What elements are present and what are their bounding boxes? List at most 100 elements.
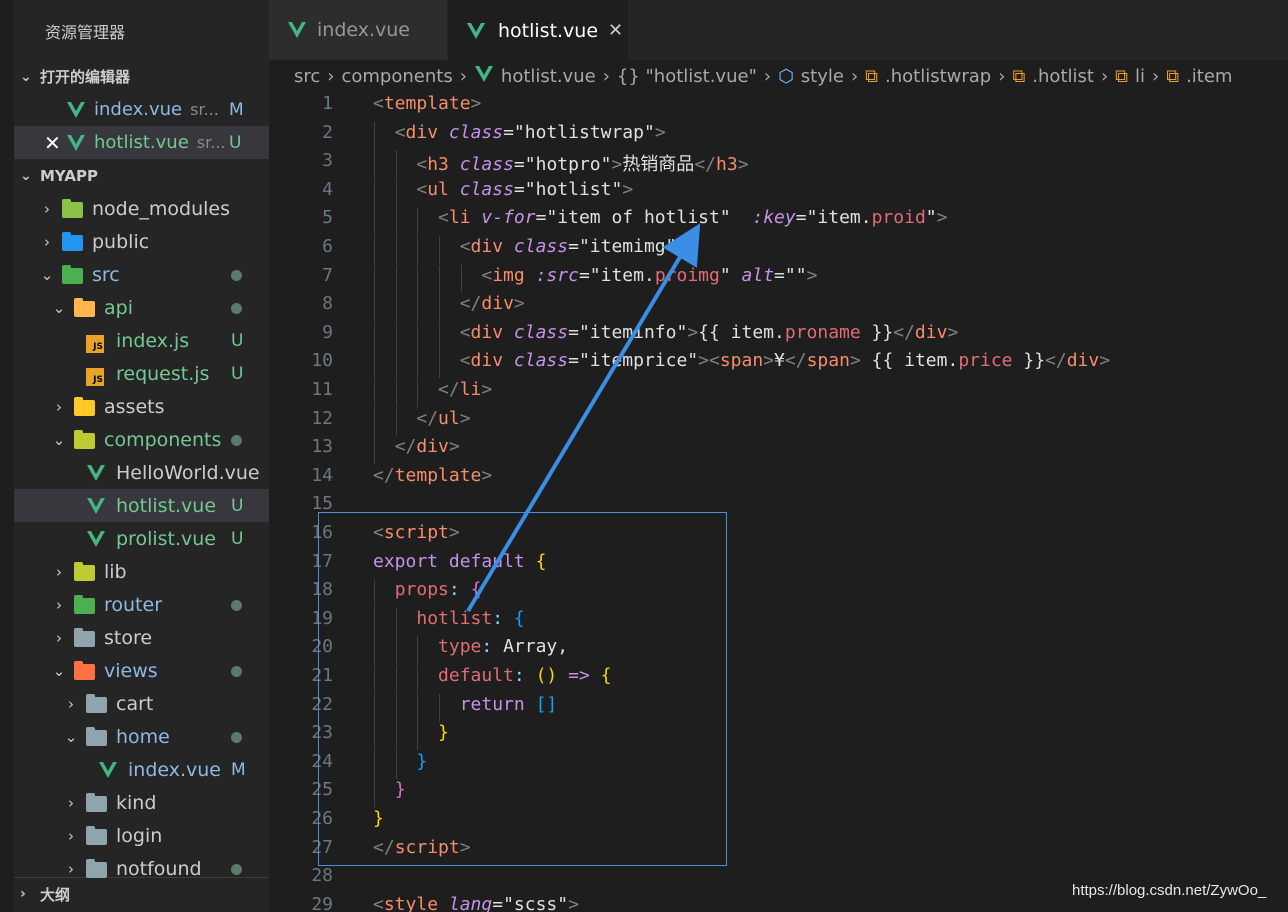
- symbol-class-icon: ⧉: [1012, 66, 1026, 87]
- code-token: {: [470, 579, 482, 601]
- breadcrumb-item[interactable]: style: [801, 66, 844, 87]
- tree-file-prolist-vue[interactable]: prolist.vue U: [14, 522, 269, 555]
- code-token: </: [784, 350, 807, 372]
- code-token: img: [492, 264, 525, 286]
- tree-folder-lib[interactable]: › lib: [14, 555, 269, 588]
- code-token: Array,: [503, 636, 569, 658]
- breadcrumb-item[interactable]: {} "hotlist.vue": [617, 66, 757, 87]
- line-number: 19: [311, 607, 333, 629]
- tree-folder-api[interactable]: ⌄ api: [14, 291, 269, 324]
- open-editor-item[interactable]: index.vue sr... M: [14, 93, 269, 126]
- tree-folder-src[interactable]: ⌄ src: [14, 258, 269, 291]
- code-text: <div class="itemprice"><span>¥</span> {{…: [373, 350, 1110, 371]
- code-token: div: [481, 293, 514, 315]
- code-line: 17 export default {: [269, 551, 1288, 579]
- git-status-dot: [231, 666, 242, 677]
- code-token: div: [470, 236, 504, 257]
- code-text: </script>: [373, 837, 471, 858]
- tree-folder-assets[interactable]: › assets: [14, 390, 269, 423]
- breadcrumb-icon: ⧉: [865, 66, 878, 87]
- tree-file-hotlist-vue[interactable]: hotlist.vue U: [14, 489, 269, 522]
- breadcrumb-item[interactable]: li: [1135, 66, 1145, 87]
- chevron-right-icon: ›: [327, 66, 335, 87]
- project-header[interactable]: ⌄ MYAPP: [14, 159, 269, 192]
- git-status-badge: M: [231, 759, 246, 780]
- tree-folder-home[interactable]: ⌄ home: [14, 720, 269, 753]
- tab-hotlist-vue[interactable]: hotlist.vue ✕: [448, 0, 628, 60]
- tree-file-request-js[interactable]: JS request.js U: [14, 357, 269, 390]
- tree-item-label: public: [92, 230, 150, 253]
- code-token: =: [578, 264, 590, 286]
- code-token: >: [654, 121, 666, 143]
- open-editors-header[interactable]: ⌄ 打开的编辑器: [14, 60, 269, 93]
- tree-folder-views[interactable]: ⌄ views: [14, 654, 269, 687]
- line-number: 23: [311, 722, 333, 744]
- open-editor-item[interactable]: ✕ hotlist.vue sr... U: [14, 126, 269, 159]
- tab-index-vue[interactable]: index.vue: [269, 0, 447, 60]
- breadcrumb-item[interactable]: hotlist.vue: [501, 66, 596, 87]
- line-number: 11: [311, 379, 333, 400]
- git-status-dot: [231, 732, 242, 743]
- code-token: <: [416, 154, 428, 176]
- code-token: span: [719, 350, 764, 372]
- tree-file-index-vue[interactable]: index.vue M: [14, 753, 269, 786]
- breadcrumb-item[interactable]: .item: [1186, 66, 1232, 87]
- code-token: =>: [557, 665, 601, 686]
- close-icon[interactable]: ✕: [608, 20, 623, 41]
- tree-folder-router[interactable]: › router: [14, 588, 269, 621]
- line-number: 17: [311, 550, 333, 572]
- code-token: >: [936, 207, 948, 229]
- tree-folder-cart[interactable]: › cart: [14, 687, 269, 720]
- folder-icon: [74, 297, 96, 317]
- open-editor-name: hotlist.vue: [94, 132, 189, 153]
- code-token: "hotpro": [524, 154, 612, 176]
- line-number: 5: [322, 207, 333, 229]
- code-token: </: [438, 379, 460, 400]
- code-token: {{ item.: [698, 321, 785, 343]
- tree-folder-node_modules[interactable]: › node_modules: [14, 192, 269, 225]
- folder-icon: [86, 693, 108, 713]
- code-line: 24 }: [269, 750, 1288, 779]
- code-line: 20 type: Array,: [269, 636, 1288, 665]
- code-token: li: [459, 379, 482, 400]
- code-token: }}: [860, 321, 894, 343]
- code-token: class: [448, 121, 504, 143]
- tree-folder-notfound[interactable]: › notfound: [14, 852, 269, 885]
- chevron-right-icon: ›: [56, 595, 62, 614]
- tree-folder-kind[interactable]: › kind: [14, 786, 269, 819]
- tree-folder-components[interactable]: ⌄ components: [14, 423, 269, 456]
- tree-folder-public[interactable]: › public: [14, 225, 269, 258]
- code-line: 3 <h3 class="hotpro">热销商品</h3>: [269, 150, 1288, 179]
- chevron-down-icon: ⌄: [20, 167, 32, 184]
- code-editor[interactable]: 1 <template> 2 <div class="hotlistwrap"> 3 …: [269, 93, 1288, 912]
- folder-icon: [74, 561, 96, 581]
- breadcrumb-item[interactable]: src: [294, 66, 320, 87]
- code-token: >: [611, 154, 623, 176]
- chevron-right-icon: ›: [20, 886, 26, 902]
- code-line: 27 </script>: [269, 837, 1288, 865]
- code-token: "itemimg": [578, 236, 677, 257]
- breadcrumb-icon: ⧉: [1012, 66, 1025, 87]
- breadcrumb-item[interactable]: components: [341, 66, 452, 87]
- chevron-right-icon: ›: [1100, 66, 1109, 87]
- line-number: 1: [322, 93, 333, 114]
- folder-icon: [86, 792, 108, 812]
- breadcrumb-item[interactable]: .hotlistwrap: [885, 66, 991, 87]
- breadcrumb-item[interactable]: .hotlist: [1032, 66, 1094, 87]
- code-text: export default {: [373, 551, 546, 572]
- tree-file-index-js[interactable]: JS index.js U: [14, 324, 269, 357]
- tree-folder-store[interactable]: › store: [14, 621, 269, 654]
- tree-file-HelloWorld-vue[interactable]: HelloWorld.vue: [14, 456, 269, 489]
- tree-folder-login[interactable]: › login: [14, 819, 269, 852]
- code-token: div: [470, 350, 504, 372]
- code-text: </ul>: [373, 408, 470, 429]
- close-icon[interactable]: ✕: [44, 131, 61, 155]
- code-text: <ul class="hotlist">: [373, 179, 633, 200]
- code-token: =: [513, 154, 525, 176]
- code-token: >: [737, 154, 749, 176]
- line-number: 7: [322, 264, 333, 286]
- code-text: <h3 class="hotpro">热销商品</h3>: [373, 150, 749, 176]
